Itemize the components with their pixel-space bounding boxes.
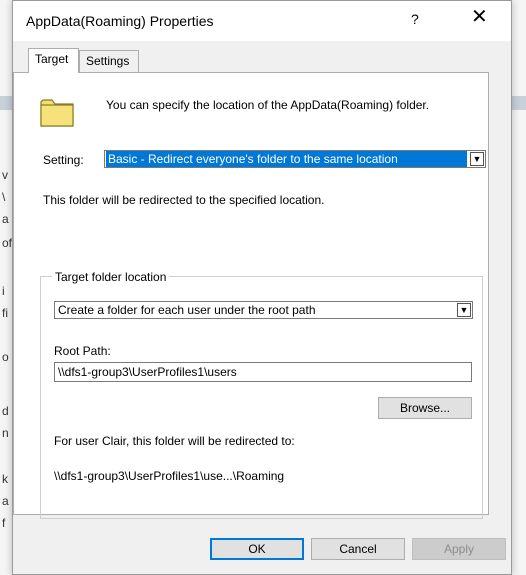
background-text: n bbox=[2, 426, 9, 440]
tab-target[interactable]: Target bbox=[28, 48, 79, 73]
dialog-title: AppData(Roaming) Properties bbox=[26, 13, 214, 29]
root-path-label: Root Path: bbox=[54, 344, 111, 358]
close-button[interactable]: ✕ bbox=[471, 7, 488, 27]
chevron-down-icon[interactable]: ▼ bbox=[470, 152, 484, 166]
setting-dropdown[interactable]: Basic - Redirect everyone's folder to th… bbox=[104, 150, 486, 168]
redirect-path-text: \\dfs1-group3\UserProfiles1\use...\Roami… bbox=[54, 469, 285, 483]
folder-icon bbox=[40, 99, 74, 127]
redirect-description: This folder will be redirected to the sp… bbox=[43, 193, 325, 207]
apply-button[interactable]: Apply bbox=[412, 538, 506, 560]
background-toolbar-left bbox=[0, 96, 12, 110]
background-text: fi bbox=[2, 306, 8, 320]
tab-target-label: Target bbox=[35, 52, 69, 66]
title-bar[interactable]: AppData(Roaming) Properties ? ✕ bbox=[13, 1, 511, 41]
setting-label: Setting: bbox=[43, 153, 84, 167]
root-path-input[interactable] bbox=[55, 363, 471, 381]
background-text: \ bbox=[2, 190, 6, 204]
background-text: of bbox=[2, 236, 13, 250]
background-text: k bbox=[2, 472, 8, 486]
info-text: You can specify the location of the AppD… bbox=[106, 98, 430, 112]
background-text: f bbox=[2, 516, 6, 530]
chevron-down-icon[interactable]: ▼ bbox=[457, 303, 471, 317]
help-button[interactable]: ? bbox=[411, 11, 419, 27]
cancel-button[interactable]: Cancel bbox=[311, 538, 405, 560]
root-path-field[interactable] bbox=[54, 362, 472, 382]
background-text: a bbox=[2, 494, 9, 508]
background-window-right bbox=[512, 0, 526, 575]
background-toolbar-right bbox=[512, 96, 526, 110]
setting-dropdown-value: Basic - Redirect everyone's folder to th… bbox=[106, 151, 467, 167]
ok-button[interactable]: OK bbox=[210, 538, 304, 560]
background-text: d bbox=[2, 404, 9, 418]
redirect-user-text: For user Clair, this folder will be redi… bbox=[54, 434, 295, 448]
tab-settings[interactable]: Settings bbox=[79, 50, 139, 72]
browse-button[interactable]: Browse... bbox=[378, 397, 472, 419]
location-dropdown[interactable]: Create a folder for each user under the … bbox=[54, 301, 473, 319]
background-text: a bbox=[2, 212, 9, 226]
background-text: v bbox=[2, 168, 8, 182]
tab-settings-label: Settings bbox=[86, 54, 130, 68]
background-text: o bbox=[2, 350, 9, 364]
group-label: Target folder location bbox=[52, 270, 170, 284]
location-dropdown-value: Create a folder for each user under the … bbox=[58, 303, 316, 317]
background-text: i bbox=[2, 284, 5, 298]
